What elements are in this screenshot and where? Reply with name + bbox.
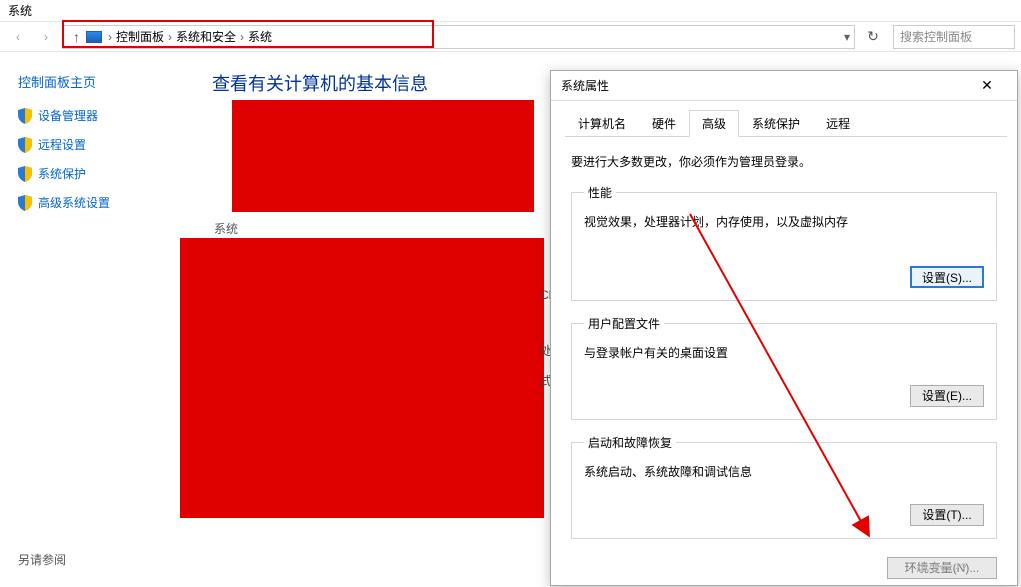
see-also-heading: 另请参阅 — [18, 551, 198, 568]
tab-hardware[interactable]: 硬件 — [639, 110, 689, 137]
sidebar-item-label: 系统保护 — [38, 165, 86, 182]
dialog-tabs: 计算机名 硬件 高级 系统保护 远程 — [565, 109, 1007, 137]
location-bar: ‹ › ↑ › 控制面板 › 系统和安全 › 系统 ▾ ↻ 搜索控制面板 — [0, 22, 1021, 52]
tab-advanced[interactable]: 高级 — [689, 110, 739, 137]
fieldset-performance: 性能 视觉效果，处理器计划，内存使用，以及虚拟内存 设置(S)... — [571, 184, 997, 301]
performance-settings-button[interactable]: 设置(S)... — [910, 266, 984, 288]
legend-user-profiles: 用户配置文件 — [584, 315, 664, 332]
startup-recovery-settings-button[interactable]: 设置(T)... — [910, 504, 984, 526]
dialog-title-bar[interactable]: 系统属性 ✕ — [551, 71, 1017, 101]
fieldset-user-profiles: 用户配置文件 与登录帐户有关的桌面设置 设置(E)... — [571, 315, 997, 420]
sidebar-item-system-protection[interactable]: 系统保护 — [18, 165, 198, 182]
startup-recovery-desc: 系统启动、系统故障和调试信息 — [584, 463, 984, 480]
breadcrumb-root[interactable]: 控制面板 — [116, 28, 164, 45]
fieldset-startup-recovery: 启动和故障恢复 系统启动、系统故障和调试信息 设置(T)... — [571, 434, 997, 539]
chevron-right-icon: › — [164, 30, 176, 44]
close-icon[interactable]: ✕ — [967, 77, 1007, 94]
sidebar-item-label: 高级系统设置 — [38, 194, 110, 211]
nav-forward-icon[interactable]: › — [34, 25, 58, 49]
refresh-icon[interactable]: ↻ — [861, 25, 885, 49]
tab-computer-name[interactable]: 计算机名 — [565, 110, 639, 137]
shield-icon — [18, 195, 32, 211]
redaction-block — [180, 238, 544, 518]
shield-icon — [18, 108, 32, 124]
legend-performance: 性能 — [584, 184, 616, 201]
legend-startup-recovery: 启动和故障恢复 — [584, 434, 676, 451]
performance-desc: 视觉效果，处理器计划，内存使用，以及虚拟内存 — [584, 213, 984, 230]
dialog-title: 系统属性 — [561, 77, 609, 94]
tab-remote[interactable]: 远程 — [813, 110, 863, 137]
sidebar-item-remote-settings[interactable]: 远程设置 — [18, 136, 198, 153]
sidebar-item-advanced-system-settings[interactable]: 高级系统设置 — [18, 194, 198, 211]
breadcrumb[interactable]: ↑ › 控制面板 › 系统和安全 › 系统 ▾ — [62, 25, 855, 49]
admin-note: 要进行大多数更改，你必须作为管理员登录。 — [571, 153, 997, 170]
chevron-right-icon: › — [104, 30, 116, 44]
section-label-system: 系统 — [214, 220, 238, 237]
sidebar: 控制面板主页 设备管理器 远程设置 系统保护 高级系统设置 另请参阅 — [0, 52, 198, 587]
shield-icon — [18, 137, 32, 153]
redaction-block — [232, 100, 534, 212]
computer-icon — [86, 31, 102, 43]
window-title: 系统 — [8, 2, 32, 19]
sidebar-item-label: 设备管理器 — [38, 107, 98, 124]
env-btn-label: 环境变量(N)... — [905, 561, 980, 575]
nav-back-icon[interactable]: ‹ — [6, 25, 30, 49]
chevron-right-icon: › — [236, 30, 248, 44]
sidebar-item-device-manager[interactable]: 设备管理器 — [18, 107, 198, 124]
system-properties-dialog: 系统属性 ✕ 计算机名 硬件 高级 系统保护 远程 要进行大多数更改，你必须作为… — [550, 70, 1018, 586]
nav-up-icon[interactable]: ↑ — [67, 29, 86, 45]
window-title-bar: 系统 — [0, 0, 1021, 22]
shield-icon — [18, 166, 32, 182]
sidebar-item-label: 远程设置 — [38, 136, 86, 153]
environment-variables-button[interactable]: 环境变量(N)... dV5vs?? — [887, 557, 997, 579]
user-profiles-settings-button[interactable]: 设置(E)... — [910, 385, 984, 407]
breadcrumb-mid[interactable]: 系统和安全 — [176, 28, 236, 45]
user-profiles-desc: 与登录帐户有关的桌面设置 — [584, 344, 984, 361]
sidebar-home-link[interactable]: 控制面板主页 — [18, 72, 198, 91]
breadcrumb-leaf[interactable]: 系统 — [248, 28, 272, 45]
chevron-down-icon[interactable]: ▾ — [844, 30, 850, 44]
search-input[interactable]: 搜索控制面板 — [893, 25, 1015, 49]
tab-system-protection[interactable]: 系统保护 — [739, 110, 813, 137]
search-placeholder: 搜索控制面板 — [900, 28, 972, 45]
